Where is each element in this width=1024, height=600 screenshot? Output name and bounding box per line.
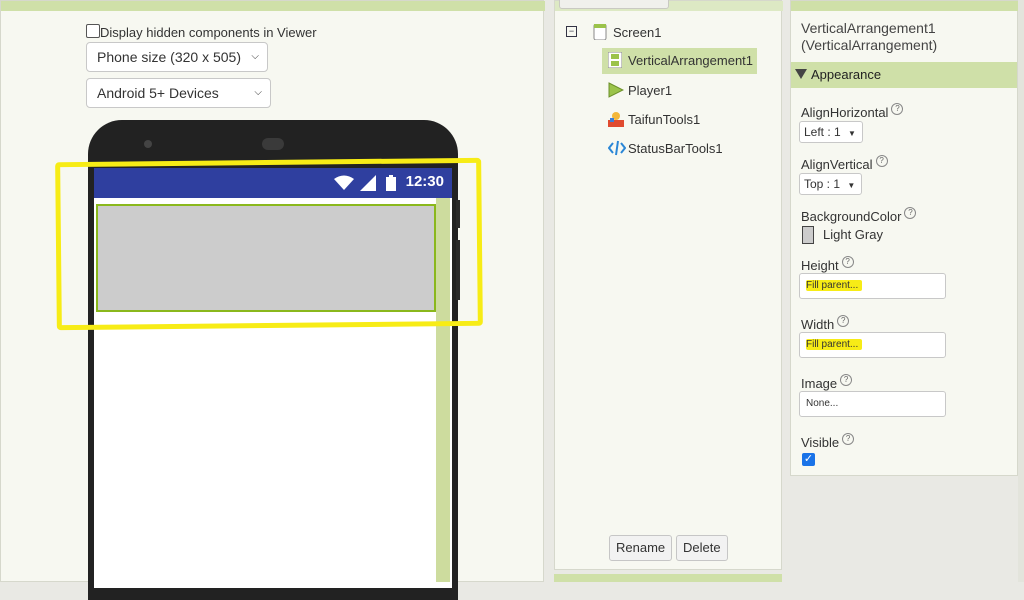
- width-input[interactable]: Fill parent...: [799, 332, 946, 358]
- width-value: Fill parent...: [806, 339, 863, 350]
- tree-item-screen1[interactable]: Screen1: [593, 20, 661, 46]
- align-horizontal-select[interactable]: Left : 1 ▼: [799, 121, 863, 143]
- component-type: (VerticalArrangement): [801, 37, 938, 53]
- collapse-triangle-icon: [795, 69, 807, 79]
- display-hidden-label: Display hidden components in Viewer: [100, 25, 317, 40]
- property-label: Width: [801, 317, 835, 332]
- color-swatch[interactable]: [802, 226, 814, 244]
- width-label: Width?: [801, 315, 850, 332]
- vertical-arrangement-icon: [607, 51, 624, 69]
- player-icon: [608, 81, 625, 98]
- help-icon[interactable]: ?: [904, 207, 917, 219]
- height-value: Fill parent...: [806, 280, 863, 291]
- collapse-icon[interactable]: −: [566, 26, 577, 37]
- property-label: Visible: [801, 435, 840, 450]
- property-label: Height: [801, 258, 839, 273]
- appearance-section-header[interactable]: Appearance: [791, 62, 1017, 88]
- viewer-header-strip: [1, 1, 545, 11]
- property-label: AlignVertical: [801, 157, 873, 172]
- components-bottom-strip: [554, 574, 782, 582]
- visible-checkbox[interactable]: ✓: [802, 453, 815, 466]
- tree-item-label: Screen1: [613, 25, 662, 40]
- chevron-down-icon: ⌵: [254, 87, 262, 98]
- component-name: VerticalArrangement1: [801, 20, 936, 36]
- tree-item-label: Player1: [628, 83, 673, 98]
- camera-icon: [144, 140, 152, 148]
- device-value: Android 5+ Devices: [97, 85, 219, 101]
- components-top-button[interactable]: [559, 0, 669, 9]
- height-label: Height?: [801, 256, 854, 273]
- tree-item-label: VerticalArrangement1: [628, 53, 754, 68]
- dropdown-arrow-icon: ▼: [848, 129, 856, 138]
- help-icon[interactable]: ?: [840, 374, 853, 386]
- help-icon[interactable]: ?: [837, 315, 850, 327]
- image-label: Image?: [801, 374, 853, 391]
- phone-size-select[interactable]: Phone size (320 x 505) ⌵: [86, 42, 268, 72]
- property-label: Image: [801, 376, 838, 391]
- speaker-icon: [262, 138, 284, 150]
- properties-title: VerticalArrangement1 (VerticalArrangemen…: [801, 20, 937, 54]
- align-vertical-value: Top : 1: [804, 177, 841, 191]
- help-icon[interactable]: ?: [841, 256, 854, 268]
- tree-item-taifuntools1[interactable]: TaifunTools1: [608, 107, 700, 133]
- align-horizontal-value: Left : 1: [804, 125, 841, 139]
- property-label: BackgroundColor: [801, 209, 902, 224]
- image-input[interactable]: None...: [799, 391, 946, 417]
- delete-button[interactable]: Delete: [676, 535, 728, 561]
- visible-label: Visible?: [801, 433, 855, 450]
- help-icon[interactable]: ?: [891, 103, 904, 115]
- tree-item-statusbartools1[interactable]: StatusBarTools1: [607, 136, 723, 162]
- property-label: AlignHorizontal: [801, 105, 889, 120]
- background-color-value[interactable]: Light Gray: [823, 227, 883, 242]
- align-vertical-select[interactable]: Top : 1 ▼: [799, 173, 863, 195]
- tree-item-player1[interactable]: Player1: [608, 78, 672, 104]
- help-icon[interactable]: ?: [875, 155, 888, 167]
- properties-header-strip: [791, 1, 1019, 11]
- phone-size-value: Phone size (320 x 505): [97, 49, 241, 65]
- display-hidden-checkbox[interactable]: [86, 24, 100, 38]
- tree-item-label: StatusBarTools1: [628, 141, 723, 156]
- taifun-tools-icon: [608, 110, 624, 127]
- background-color-label: BackgroundColor?: [801, 207, 917, 224]
- code-icon: [607, 139, 627, 156]
- device-select[interactable]: Android 5+ Devices ⌵: [86, 78, 271, 108]
- image-value: None...: [806, 398, 839, 409]
- right-edge: [1018, 0, 1024, 582]
- align-vertical-label: AlignVertical?: [801, 155, 888, 172]
- dropdown-arrow-icon: ▼: [847, 181, 856, 190]
- yellow-highlight-annotation: [55, 157, 483, 331]
- section-label: Appearance: [811, 67, 882, 82]
- tree-item-verticalarrangement1[interactable]: VerticalArrangement1: [602, 48, 758, 74]
- screen-icon: [593, 23, 609, 41]
- chevron-down-icon: ⌵: [251, 51, 259, 62]
- align-horizontal-label: AlignHorizontal?: [801, 103, 904, 120]
- tree-item-label: TaifunTools1: [628, 112, 701, 127]
- height-input[interactable]: Fill parent...: [799, 273, 946, 299]
- rename-button[interactable]: Rename: [609, 535, 673, 561]
- help-icon[interactable]: ?: [842, 433, 855, 445]
